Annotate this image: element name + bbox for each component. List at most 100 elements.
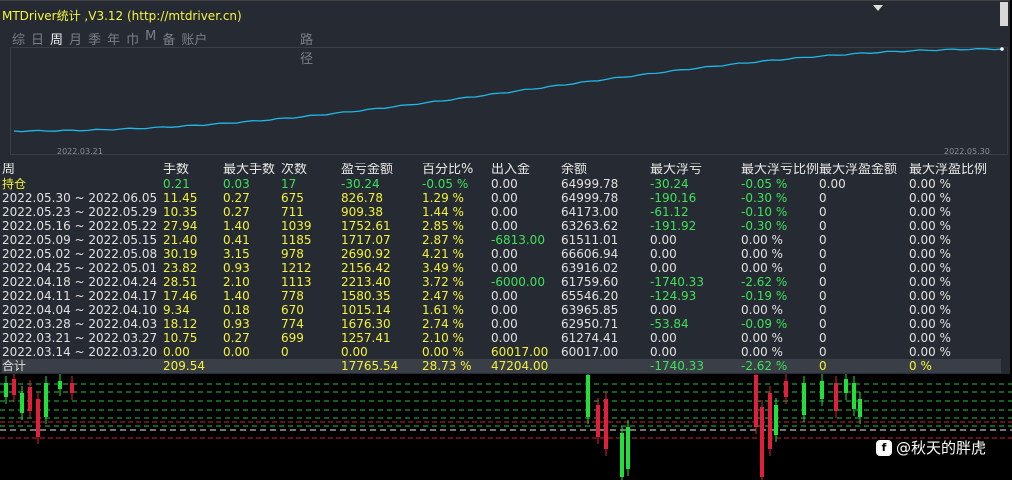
table-cell: 0.00 [650,233,677,247]
table-cell: 909.38 [341,205,383,219]
table-cell: 1015.14 [341,303,391,317]
table-cell: 0 [819,219,827,233]
table-cell: 978 [281,247,304,261]
table-cell: 60017.00 [491,345,549,359]
table-cell: 周 [2,163,16,177]
table-cell: 1752.61 [341,219,391,233]
table-cell: 0 [819,345,827,359]
tab-account[interactable]: 账户 [181,29,207,48]
table-cell: 63965.85 [561,303,619,317]
table-cell: 0.00 [491,317,518,331]
dropdown-marker-icon[interactable] [873,5,883,11]
tab-summary[interactable]: 综 [12,29,25,48]
table-cell: 0.00 [491,219,518,233]
table-cell [281,359,341,373]
table-cell: 余额 [561,163,588,177]
table-cell: 2.74 % [422,317,464,331]
table-cell: 774 [281,317,304,331]
table-cell: -0.10 % [741,205,788,219]
table-cell: 826.78 [341,191,383,205]
candle-body [44,383,48,417]
table-cell: 0 [819,317,827,331]
tab-symbol[interactable]: 巾 [126,29,139,48]
candle-body [58,381,62,389]
table-cell: 30.19 [163,247,198,261]
period-tabs: 综 日 周 月 季 年 巾 M 备 账户 路径 [12,29,313,67]
table-cell: 1676.30 [341,317,391,331]
table-row: 2022.05.23 ~ 2022.05.29 10.35 0.27 711 909.3… [2,205,1001,219]
candle-body [774,405,778,435]
table-cell: 62950.71 [561,317,619,331]
table-cell: 次数 [281,163,308,177]
candle-body [36,399,40,437]
table-cell: 0 [819,331,827,345]
table-cell: -0.05 % [422,177,469,191]
table-cell: 0.00 [491,331,518,345]
table-cell: 0.00 [491,191,518,205]
table-row: 2022.03.21 ~ 2022.03.27 10.75 0.27 699 1257.… [2,331,1001,345]
tab-magic[interactable]: M [145,29,156,48]
table-row: 2022.04.18 ~ 2022.04.24 28.51 2.10 1113 2213… [2,275,1001,289]
table-row: 2022.05.30 ~ 2022.06.05 11.45 0.27 675 826.7… [2,191,1001,205]
table-cell: 61511.01 [561,233,619,247]
table-cell: 778 [281,289,304,303]
table-cell: 合计 [2,359,163,373]
table-cell: -191.92 [650,219,697,233]
tab-quarter[interactable]: 季 [88,29,101,48]
table-cell: 2022.04.25 ~ 2022.05.01 [2,261,158,275]
tab-month[interactable]: 月 [69,29,82,48]
table-cell: 0.00 % [741,247,783,261]
candle-body [834,383,838,411]
table-cell: 28.73 % [422,359,491,373]
tab-year[interactable]: 年 [107,29,120,48]
candle-body [820,381,824,399]
table-cell: 2156.42 [341,261,391,275]
table-cell: 675 [281,191,304,205]
candle-body [852,383,856,409]
candle-body [12,379,16,395]
equity-curve-chart [10,47,1008,155]
table-cell: -0.30 % [741,219,788,233]
table-cell: 3.15 [223,247,250,261]
table-cell: 1.29 % [422,191,464,205]
table-cell [561,359,650,373]
table-cell: 61759.60 [561,275,619,289]
table-cell: 0 [819,205,827,219]
table-cell: 0.00 % [909,205,951,219]
table-cell: 0.27 [223,205,250,219]
table-cell: 0.41 [223,233,250,247]
table-row: 2022.03.28 ~ 2022.04.03 18.12 0.93 774 1676.… [2,317,1001,331]
title-divider [0,0,1010,1]
table-cell: 209.54 [163,359,223,373]
table-cell: 699 [281,331,304,345]
table-header-row: 周 手数 最大手数 次数 盈亏金额 百分比% 出入金 余额 最大浮亏 最大浮亏比例 最大浮盈金额 最大… [2,163,1001,177]
table-cell: 1.40 [223,219,250,233]
tab-week[interactable]: 周 [50,29,63,48]
panel-title: MTDriver统计 ,V3.12 (http://mtdriver.cn) [2,9,242,23]
table-cell: 3.72 % [422,275,464,289]
table-cell: 1.40 [223,289,250,303]
table-cell: 0.03 [223,177,250,191]
equity-frame [10,47,1008,155]
candle-body [760,407,764,477]
table-cell: 63916.02 [561,261,619,275]
table-cell: 0.00 % [909,177,951,191]
tab-day[interactable]: 日 [31,29,44,48]
table-cell: -61.12 [650,205,689,219]
table-cell: 711 [281,205,304,219]
table-cell: 0.00 % [909,303,951,317]
table-cell: 0.00 [491,303,518,317]
table-cell: 0.00 [223,345,250,359]
table-cell: 0.00 [650,331,677,345]
equity-line [13,47,1003,133]
table-cell: 2022.05.16 ~ 2022.05.22 [2,219,158,233]
table-cell: 2022.03.21 ~ 2022.03.27 [2,331,158,345]
table-cell: 2022.05.23 ~ 2022.05.29 [2,205,158,219]
table-cell: -53.84 [650,317,689,331]
table-cell: 0 [819,359,910,373]
candle-body [4,383,8,397]
panel-scrollbar[interactable] [1000,2,1008,26]
table-row: 2022.05.16 ~ 2022.05.22 27.94 1.40 1039 1752… [2,219,1001,233]
table-cell: 0.00 [491,289,518,303]
tab-note[interactable]: 备 [162,29,175,48]
